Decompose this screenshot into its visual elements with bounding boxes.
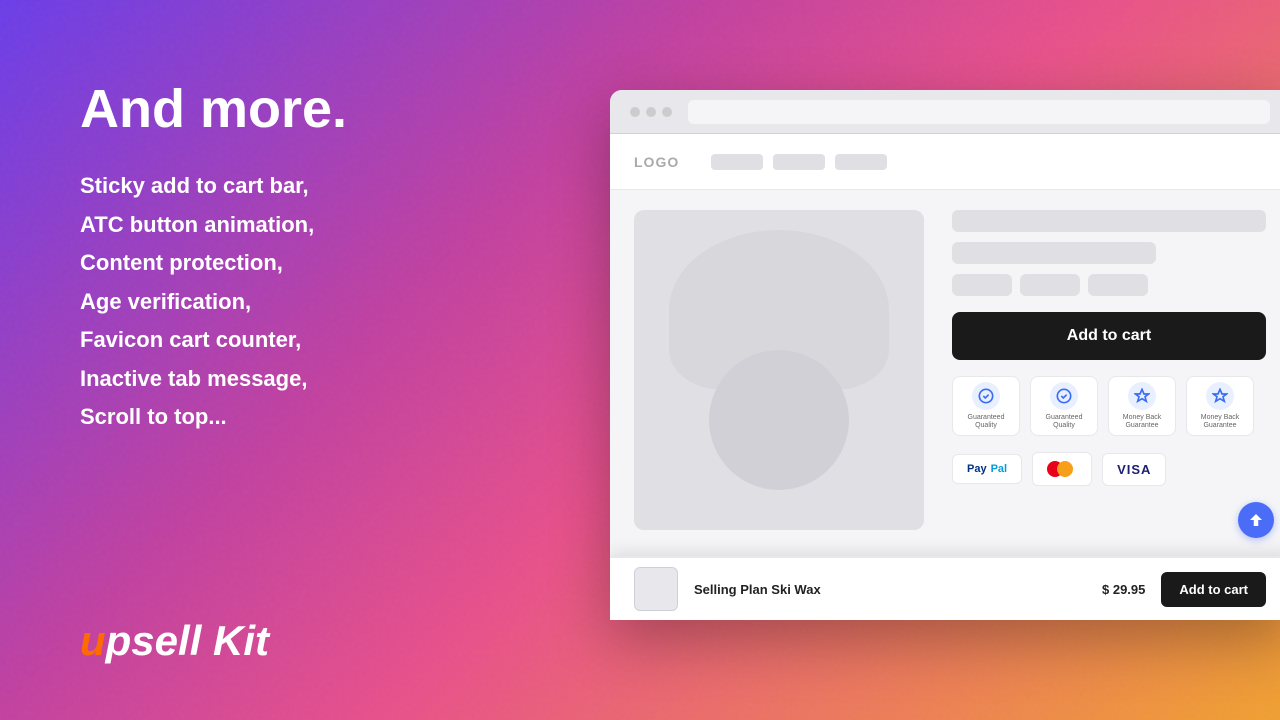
product-area: Add to cart GuaranteedQuality Guaranteed… [610,190,1280,550]
feature-item: Inactive tab message, [80,360,580,399]
trust-badge-text-1: GuaranteedQuality [968,414,1005,431]
paypal-al: Pal [991,463,1008,475]
trust-badge-4: Money BackGuarantee [1186,376,1254,436]
browser-dot-red [630,107,640,117]
trust-badge-3: Money BackGuarantee [1108,376,1176,436]
logo-area: upsell Kit [80,617,269,665]
browser-mockup: LOGO Add t [610,90,1280,620]
browser-dots [630,107,672,117]
browser-chrome [610,90,1280,134]
nav-link-1[interactable] [711,154,763,170]
trust-badge-icon-2 [1050,382,1078,410]
nav-link-2[interactable] [773,154,825,170]
browser-dot-green [662,107,672,117]
nav-logo: LOGO [634,154,679,170]
feature-item: Scroll to top... [80,398,580,437]
nav-link-3[interactable] [835,154,887,170]
feature-item: Age verification, [80,283,580,322]
trust-badge-icon-1 [972,382,1000,410]
trust-badge-text-3: Money BackGuarantee [1123,414,1162,431]
trust-badge-icon-4 [1206,382,1234,410]
browser-dot-yellow [646,107,656,117]
browser-address-bar[interactable] [688,100,1270,124]
features-list: Sticky add to cart bar, ATC button anima… [80,167,580,437]
product-options-row [952,274,1266,296]
payment-methods: Pay Pal VISA [952,452,1266,486]
sticky-bar: Selling Plan Ski Wax $ 29.95 Add to cart [610,556,1280,620]
left-panel: And more. Sticky add to cart bar, ATC bu… [80,80,580,437]
feature-item: Content protection, [80,244,580,283]
feature-item: Favicon cart counter, [80,321,580,360]
sticky-price: $ 29.95 [1102,582,1145,597]
sticky-product-thumbnail [634,567,678,611]
trust-badge-text-4: Money BackGuarantee [1201,414,1240,431]
product-option-2[interactable] [1020,274,1080,296]
logo-u: u [80,617,106,664]
feature-item: ATC button animation, [80,206,580,245]
visa-badge: VISA [1102,453,1166,486]
logo-text: upsell Kit [80,617,269,665]
paypal-badge: Pay Pal [952,454,1022,484]
nav-links [711,154,887,170]
logo-kit: Kit [201,617,269,664]
mastercard-circles [1047,461,1077,477]
mastercard-badge [1032,452,1092,486]
headline: And more. [80,80,580,139]
trust-badge-text-2: GuaranteedQuality [1046,414,1083,431]
product-details: Add to cart GuaranteedQuality Guaranteed… [952,210,1266,530]
add-to-cart-button[interactable]: Add to cart [952,312,1266,360]
scroll-to-top-button[interactable] [1238,502,1274,538]
sticky-product-name: Selling Plan Ski Wax [694,582,1086,597]
mc-orange-circle [1057,461,1073,477]
nav-bar: LOGO [610,134,1280,190]
product-title-bar-1 [952,210,1266,232]
trust-badges: GuaranteedQuality GuaranteedQuality Mone… [952,376,1266,436]
trust-badge-1: GuaranteedQuality [952,376,1020,436]
product-option-1[interactable] [952,274,1012,296]
product-option-3[interactable] [1088,274,1148,296]
page-content: LOGO Add t [610,134,1280,620]
product-title-bar-2 [952,242,1156,264]
feature-item: Sticky add to cart bar, [80,167,580,206]
sticky-add-to-cart-button[interactable]: Add to cart [1161,572,1266,607]
visa-text: VISA [1117,462,1151,477]
trust-badge-icon-3 [1128,382,1156,410]
logo-psell: psell [106,617,202,664]
trust-badge-2: GuaranteedQuality [1030,376,1098,436]
product-image-circle [709,350,849,490]
product-image [634,210,924,530]
paypal-p: Pay [967,463,987,475]
